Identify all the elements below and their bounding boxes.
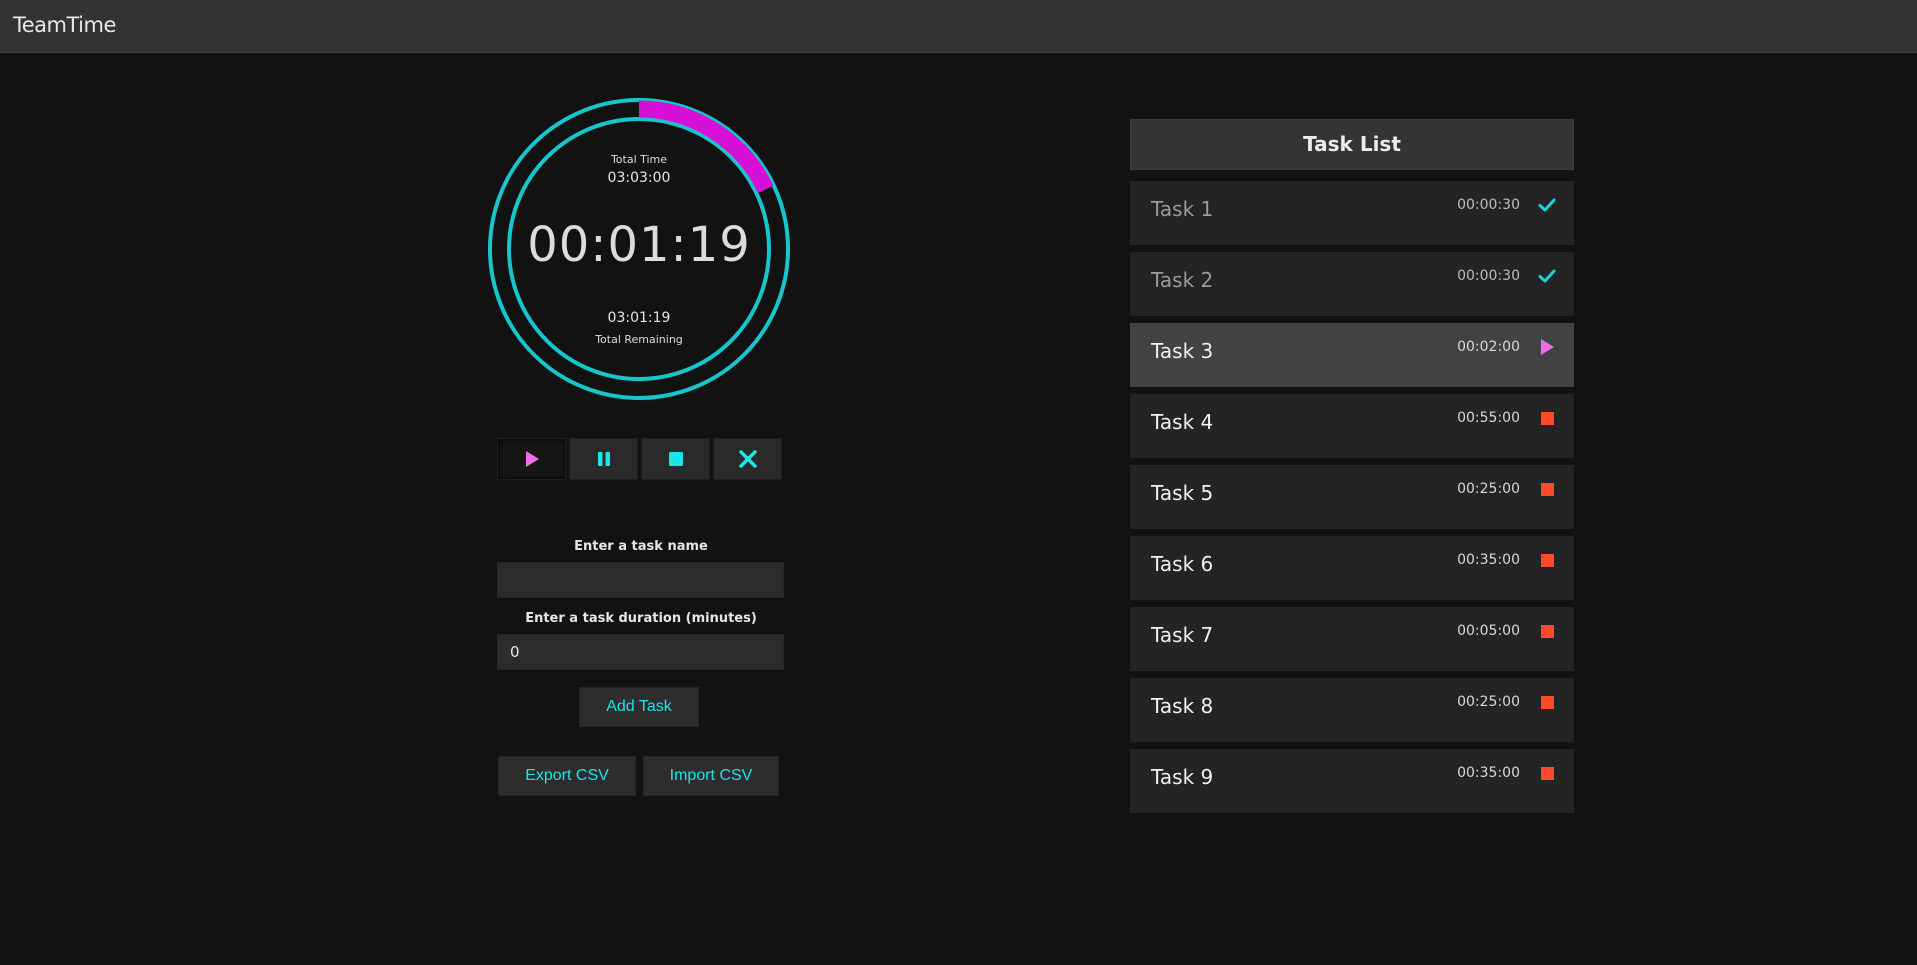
- app-title: TeamTime: [13, 13, 116, 37]
- task-duration-label: Enter a task duration (minutes): [525, 611, 757, 626]
- task-row[interactable]: Task 1 00:00:30: [1130, 181, 1574, 245]
- export-csv-button[interactable]: Export CSV: [498, 756, 636, 796]
- task-name: Task 8: [1151, 694, 1214, 718]
- task-row[interactable]: Task 9 00:35:00: [1130, 749, 1574, 813]
- task-name: Task 5: [1151, 481, 1214, 505]
- task-name: Task 1: [1151, 197, 1214, 221]
- timer-dial: Total Time 03:03:00 00:01:19 03:01:19 To…: [486, 96, 792, 402]
- stop-icon[interactable]: [1538, 764, 1556, 782]
- task-duration: 00:55:00: [1457, 410, 1520, 426]
- close-icon: [738, 450, 757, 468]
- task-duration-input[interactable]: [497, 634, 784, 670]
- task-name: Task 6: [1151, 552, 1214, 576]
- top-bar: TeamTime: [0, 0, 1917, 53]
- task-duration: 00:00:30: [1457, 197, 1520, 213]
- stop-icon[interactable]: [1538, 622, 1556, 640]
- task-duration: 00:05:00: [1457, 623, 1520, 639]
- task-row[interactable]: Task 2 00:00:30: [1130, 252, 1574, 316]
- task-duration: 00:25:00: [1457, 694, 1520, 710]
- add-task-button[interactable]: Add Task: [579, 687, 699, 727]
- task-duration: 00:25:00: [1457, 481, 1520, 497]
- total-time-value: 03:03:00: [607, 170, 671, 186]
- stop-icon[interactable]: [1538, 693, 1556, 711]
- clear-button[interactable]: [713, 438, 782, 480]
- task-name: Task 9: [1151, 765, 1214, 789]
- stop-icon: [668, 452, 683, 466]
- check-icon: [1538, 196, 1556, 214]
- import-csv-button[interactable]: Import CSV: [643, 756, 779, 796]
- task-duration: 00:35:00: [1457, 552, 1520, 568]
- stop-icon[interactable]: [1538, 409, 1556, 427]
- task-name: Task 7: [1151, 623, 1214, 647]
- play-icon: [525, 451, 539, 467]
- stop-icon[interactable]: [1538, 551, 1556, 569]
- play-button[interactable]: [497, 438, 566, 480]
- task-row[interactable]: Task 7 00:05:00: [1130, 607, 1574, 671]
- task-row[interactable]: Task 8 00:25:00: [1130, 678, 1574, 742]
- play-icon[interactable]: [1538, 338, 1556, 356]
- task-duration: 00:00:30: [1457, 268, 1520, 284]
- task-name-label: Enter a task name: [574, 539, 708, 554]
- task-row[interactable]: Task 4 00:55:00: [1130, 394, 1574, 458]
- pause-button[interactable]: [569, 438, 638, 480]
- stop-icon[interactable]: [1538, 480, 1556, 498]
- current-time: 00:01:19: [527, 217, 751, 273]
- task-row[interactable]: Task 3 00:02:00: [1130, 323, 1574, 387]
- task-name-input[interactable]: [497, 562, 784, 598]
- pause-icon: [597, 452, 610, 466]
- task-list-title: Task List: [1130, 119, 1574, 170]
- stop-button[interactable]: [641, 438, 710, 480]
- task-row[interactable]: Task 6 00:35:00: [1130, 536, 1574, 600]
- total-remaining-value: 03:01:19: [607, 310, 671, 326]
- task-row[interactable]: Task 5 00:25:00: [1130, 465, 1574, 529]
- task-name: Task 2: [1151, 268, 1214, 292]
- task-duration: 00:35:00: [1457, 765, 1520, 781]
- total-time-label: Total Time: [610, 153, 668, 166]
- task-duration: 00:02:00: [1457, 339, 1520, 355]
- task-name: Task 3: [1151, 339, 1214, 363]
- total-remaining-label: Total Remaining: [595, 333, 683, 346]
- task-name: Task 4: [1151, 410, 1214, 434]
- check-icon: [1538, 267, 1556, 285]
